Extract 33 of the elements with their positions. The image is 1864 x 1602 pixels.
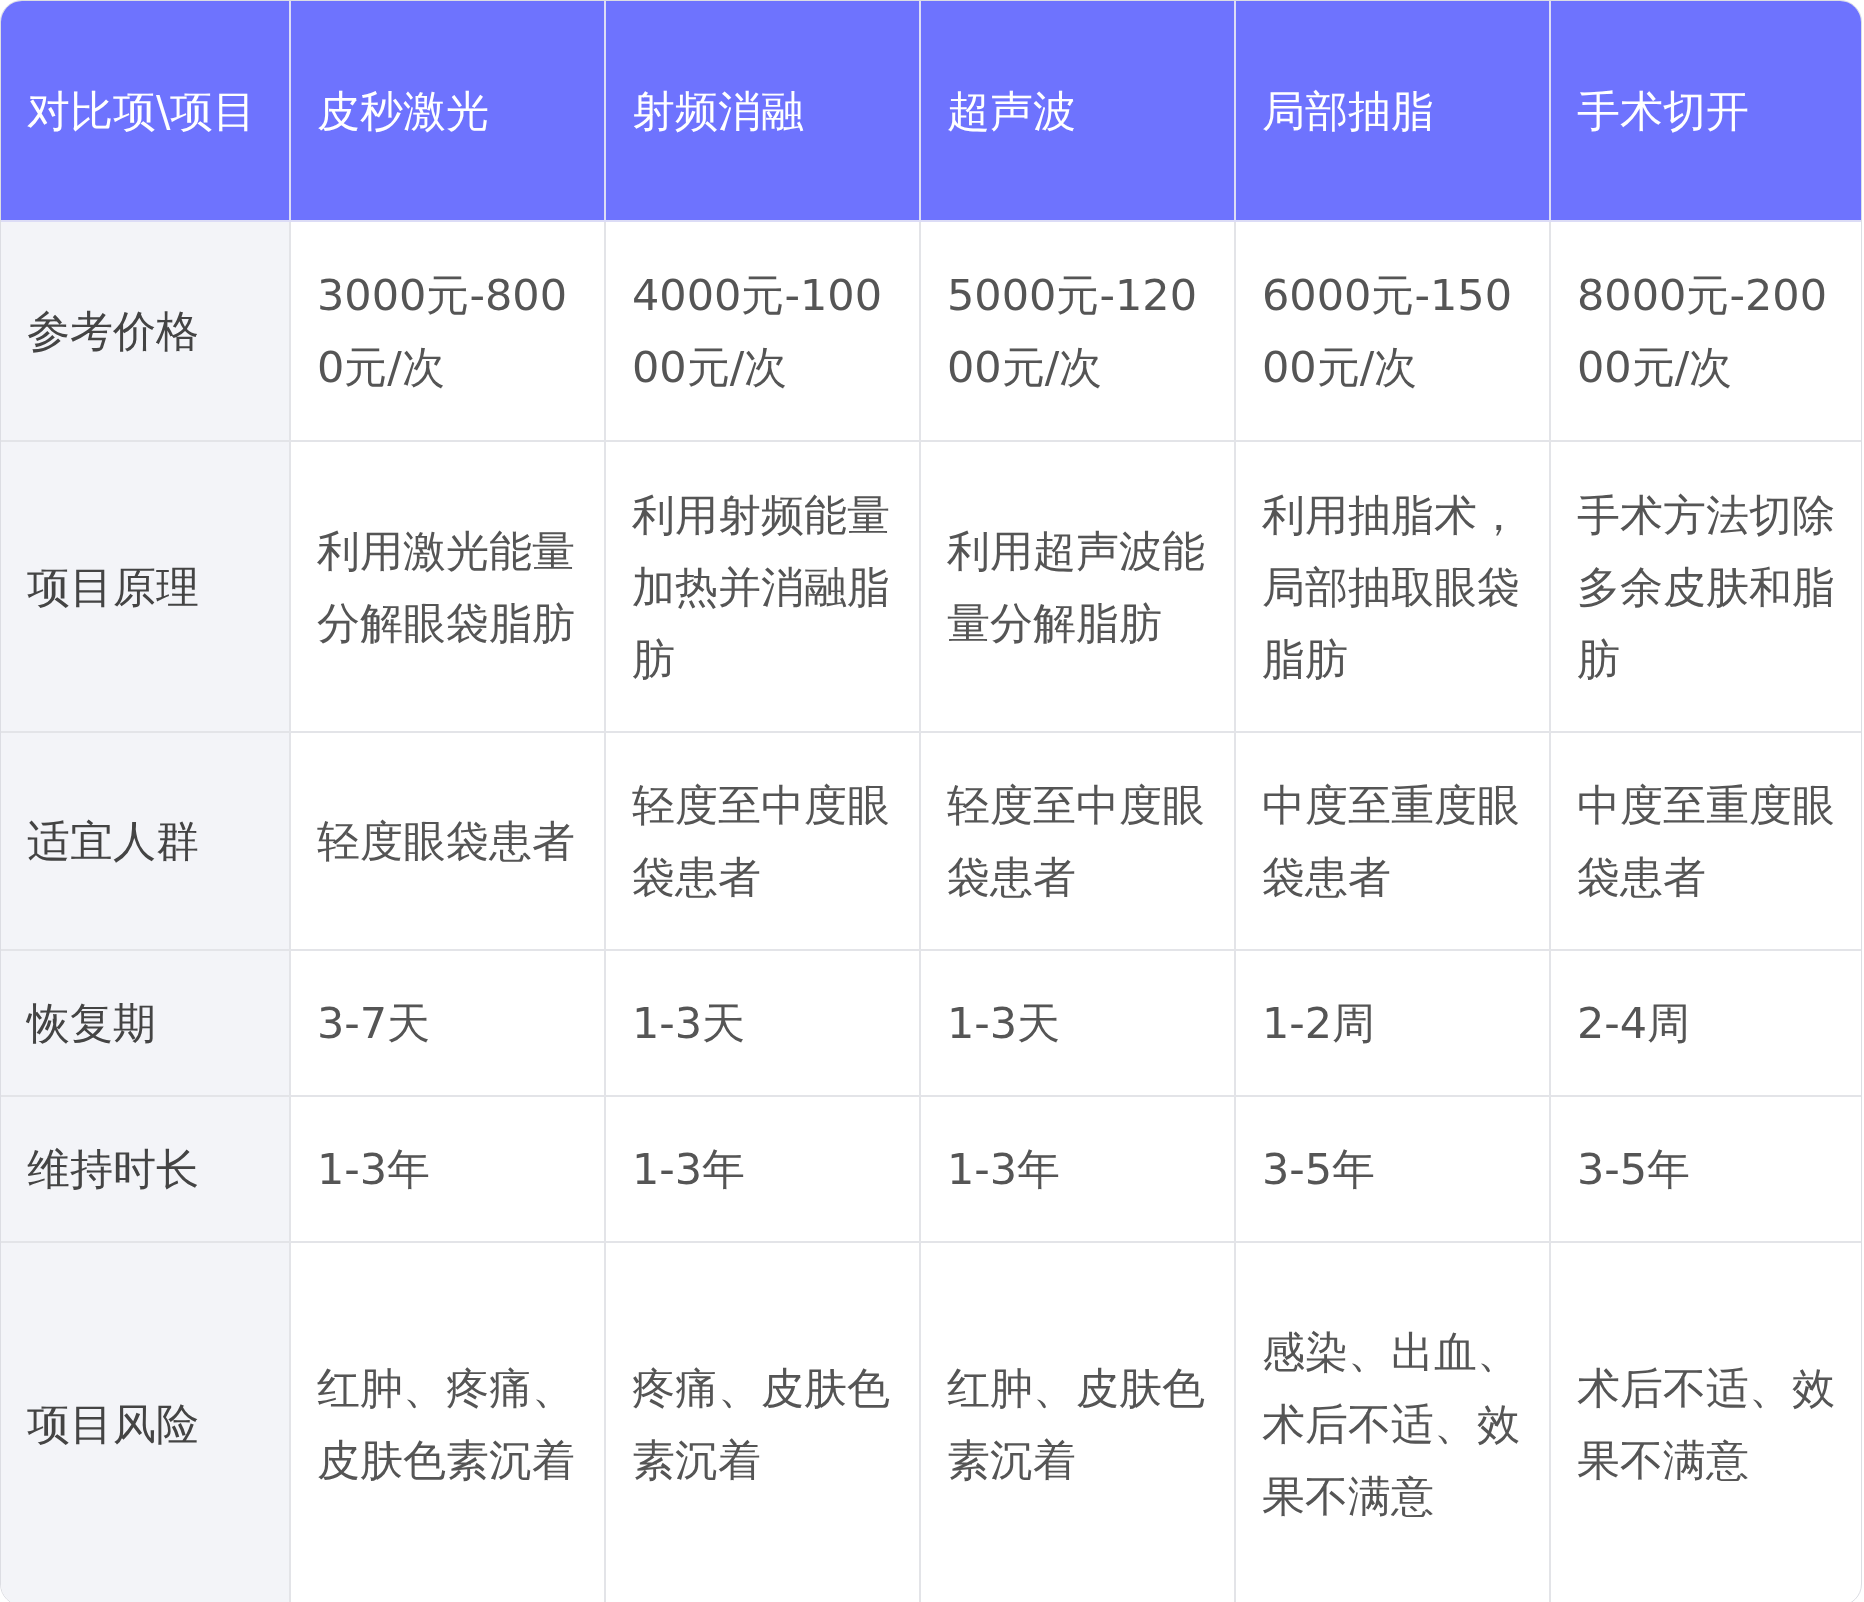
table-cell: 1-3天 [605,950,920,1096]
table-cell: 轻度至中度眼袋患者 [605,732,920,950]
row-header: 维持时长 [1,1096,290,1242]
column-header: 局部抽脂 [1235,1,1550,221]
row-header: 项目原理 [1,441,290,732]
row-header: 项目风险 [1,1242,290,1602]
table-cell: 5000元-12000元/次 [920,221,1235,441]
column-header: 射频消融 [605,1,920,221]
column-header: 手术切开 [1550,1,1861,221]
column-header: 皮秒激光 [290,1,605,221]
table-cell: 利用超声波能量分解脂肪 [920,441,1235,732]
table-cell: 利用射频能量加热并消融脂肪 [605,441,920,732]
table-cell: 1-3年 [920,1096,1235,1242]
table-cell: 利用激光能量分解眼袋脂肪 [290,441,605,732]
table-cell: 轻度至中度眼袋患者 [920,732,1235,950]
table-cell: 3-7天 [290,950,605,1096]
table-cell: 3-5年 [1235,1096,1550,1242]
table-cell: 6000元-15000元/次 [1235,221,1550,441]
row-header: 恢复期 [1,950,290,1096]
table-cell: 1-3年 [605,1096,920,1242]
column-header: 超声波 [920,1,1235,221]
table-cell: 1-3天 [920,950,1235,1096]
table-cell: 术后不适、效果不满意 [1550,1242,1861,1602]
table-cell: 4000元-10000元/次 [605,221,920,441]
column-header: 对比项\项目 [1,1,290,221]
row-header: 适宜人群 [1,732,290,950]
table-cell: 1-2周 [1235,950,1550,1096]
row-header: 参考价格 [1,221,290,441]
table-cell: 轻度眼袋患者 [290,732,605,950]
table-cell: 利用抽脂术，局部抽取眼袋脂肪 [1235,441,1550,732]
table-cell: 中度至重度眼袋患者 [1235,732,1550,950]
table-cell: 1-3年 [290,1096,605,1242]
table-cell: 3000元-8000元/次 [290,221,605,441]
